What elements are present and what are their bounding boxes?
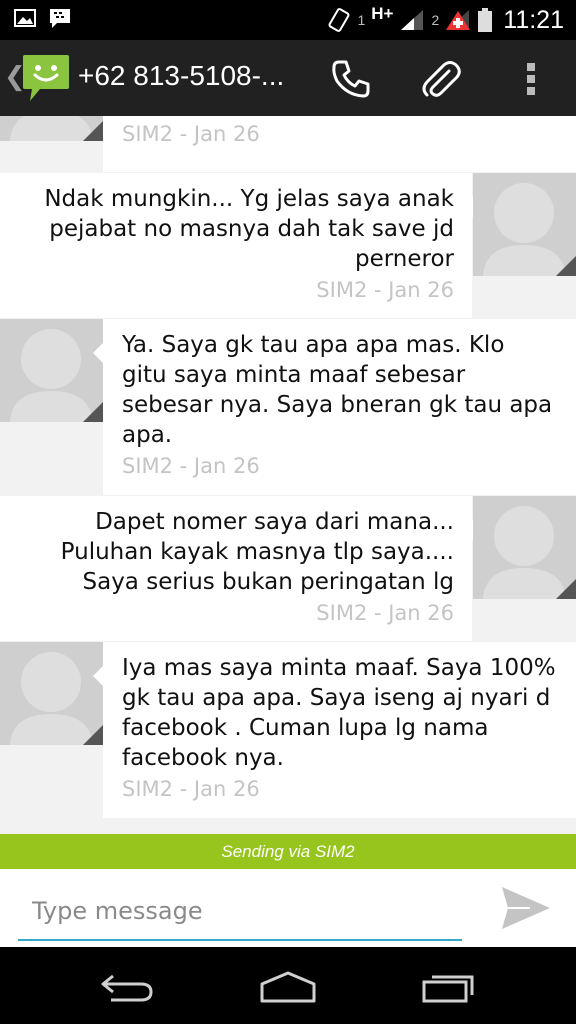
message-bubble[interactable]: Ya. Saya gk tau apa apa mas. Klo gitu sa… xyxy=(103,319,576,495)
contact-avatar[interactable] xyxy=(0,642,103,745)
message-text: Ndak mungkin... Yg jelas saya anak pejab… xyxy=(44,186,454,272)
message-text: Dapet nomer saya dari mana... Puluhan ka… xyxy=(60,509,454,595)
message-meta: SIM2 - Jan 26 xyxy=(122,777,260,801)
message-bubble[interactable]: Dapet nomer saya dari mana... Puluhan ka… xyxy=(0,496,472,641)
message-meta: SIM2 - Jan 26 xyxy=(122,454,260,478)
my-avatar[interactable] xyxy=(473,173,576,276)
vibrate-icon xyxy=(329,8,350,32)
message-text: Ya. Saya gk tau apa apa mas. Klo gitu sa… xyxy=(122,332,553,448)
message-meta: SIM2 - Jan 26 xyxy=(316,278,454,302)
message-incoming[interactable]: Ya. Saya gk tau apa apa mas. Klo gitu sa… xyxy=(0,319,576,495)
send-button[interactable] xyxy=(500,885,552,931)
status-bar: 1 H+ 2 11:21 xyxy=(0,0,576,40)
clock: 11:21 xyxy=(503,5,564,34)
attach-button[interactable] xyxy=(416,54,466,104)
default-avatar-icon xyxy=(473,173,576,276)
contact-avatar[interactable] xyxy=(0,319,103,422)
nav-back-button[interactable] xyxy=(92,967,162,1007)
bbm-icon xyxy=(50,9,70,28)
overflow-menu-icon xyxy=(527,63,535,95)
message-meta: SIM2 - Jan 26 xyxy=(316,601,454,625)
recents-nav-icon xyxy=(422,975,474,1003)
message-meta: SIM2 - Jan 26 xyxy=(122,122,260,146)
action-bar: ❮ +62 813-5108-... xyxy=(0,40,576,116)
message-list[interactable]: SIM2 - Jan 26 Ndak mungkin... Yg jelas s… xyxy=(0,116,576,834)
default-avatar-icon xyxy=(0,319,103,422)
attachment-icon xyxy=(422,61,461,97)
message-incoming[interactable]: SIM2 - Jan 26 xyxy=(0,116,576,172)
send-icon xyxy=(502,887,550,929)
message-incoming[interactable]: Iya mas saya minta maaf. Saya 100% gk ta… xyxy=(0,642,576,818)
message-bubble[interactable]: SIM2 - Jan 26 xyxy=(103,116,576,172)
back-nav-icon xyxy=(101,974,153,1002)
network-type: H+ xyxy=(371,4,394,23)
nav-home-button[interactable] xyxy=(253,967,323,1007)
messaging-app-icon[interactable] xyxy=(22,53,70,103)
navigation-bar xyxy=(0,947,576,1024)
phone-icon xyxy=(332,60,370,98)
default-avatar-icon xyxy=(0,116,103,141)
message-input[interactable] xyxy=(18,883,462,941)
alert-icon xyxy=(446,10,471,30)
sim1-label: 1 xyxy=(357,12,366,28)
message-outgoing[interactable]: Ndak mungkin... Yg jelas saya anak pejab… xyxy=(0,173,576,318)
home-nav-icon xyxy=(260,971,316,1003)
my-avatar[interactable] xyxy=(473,496,576,599)
battery-icon xyxy=(478,8,493,32)
contact-title[interactable]: +62 813-5108-... xyxy=(78,60,284,92)
nav-recents-button[interactable] xyxy=(414,967,484,1007)
sim-selector-bar[interactable]: Sending via SIM2 xyxy=(0,834,576,869)
default-avatar-icon xyxy=(473,496,576,599)
contact-avatar[interactable] xyxy=(0,116,103,141)
call-button[interactable] xyxy=(326,54,376,104)
compose-bar xyxy=(0,869,576,947)
overflow-menu-button[interactable] xyxy=(506,54,556,104)
message-text: Iya mas saya minta maaf. Saya 100% gk ta… xyxy=(122,655,556,771)
sim2-label: 2 xyxy=(431,12,440,28)
message-bubble[interactable]: Iya mas saya minta maaf. Saya 100% gk ta… xyxy=(103,642,576,818)
message-outgoing[interactable]: Dapet nomer saya dari mana... Puluhan ka… xyxy=(0,496,576,641)
gallery-icon xyxy=(14,9,36,27)
default-avatar-icon xyxy=(0,642,103,745)
message-bubble[interactable]: Ndak mungkin... Yg jelas saya anak pejab… xyxy=(0,173,472,318)
signal-sim1-icon xyxy=(401,10,424,30)
